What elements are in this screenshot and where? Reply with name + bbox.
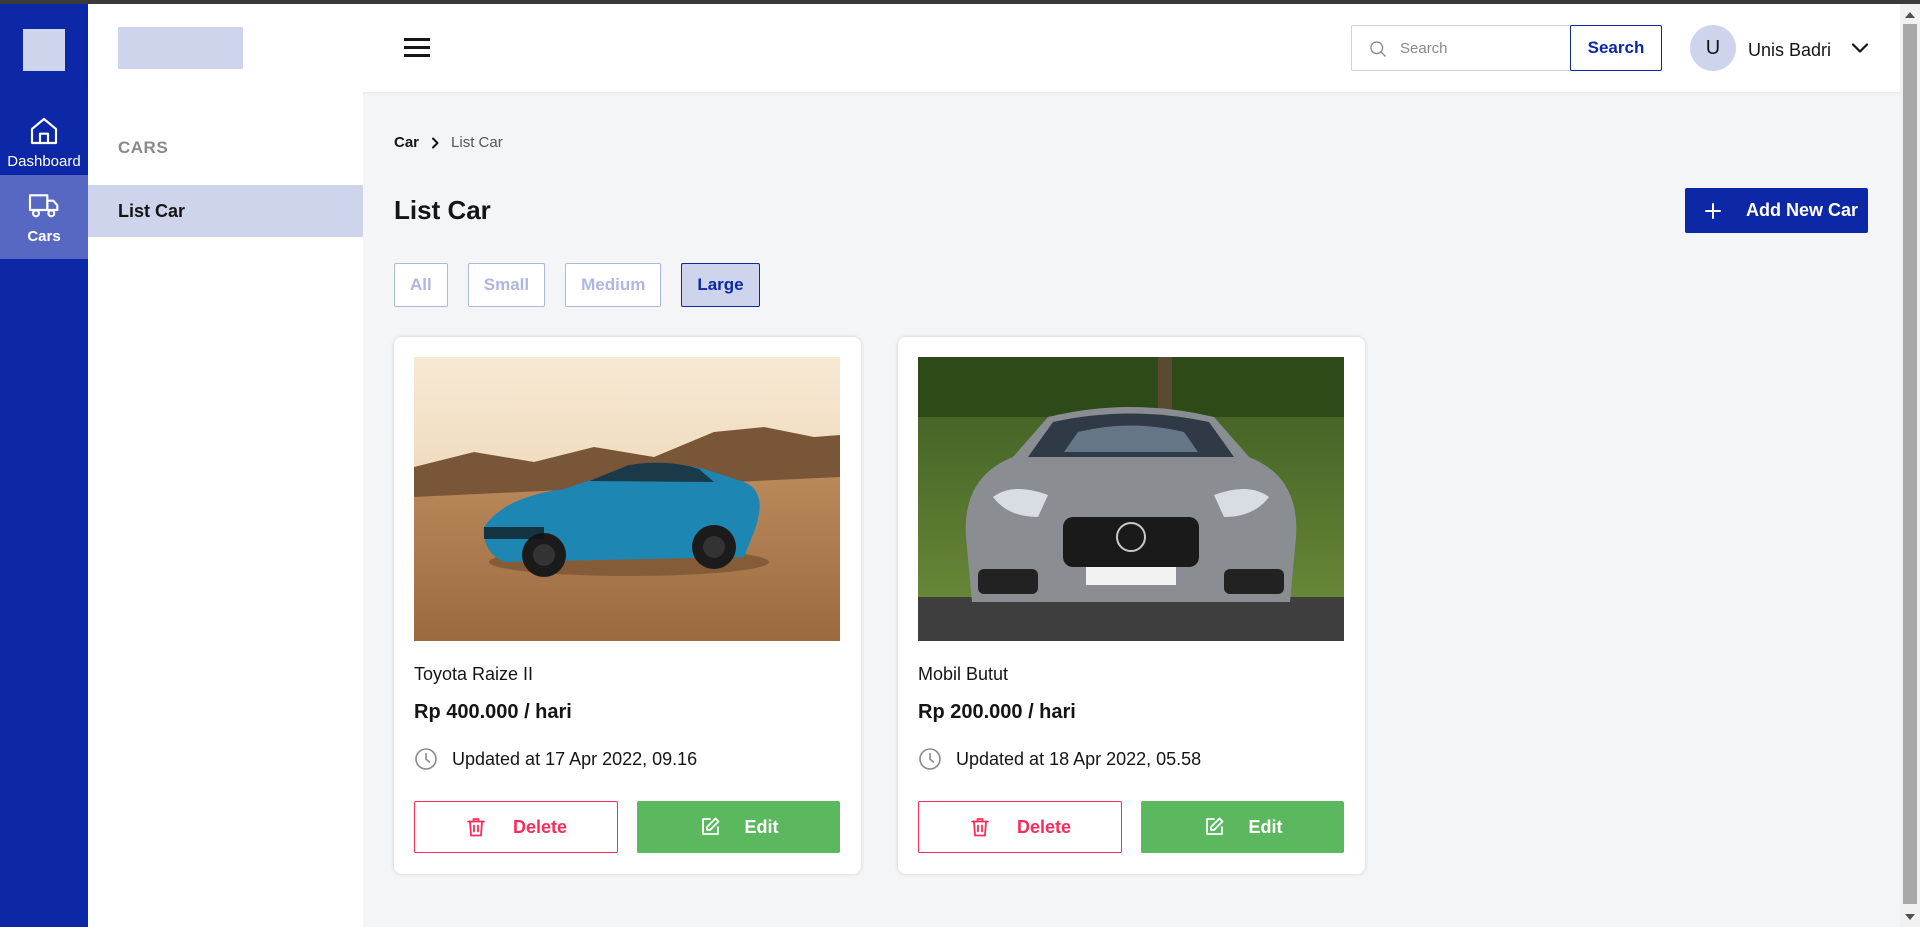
edit-car-button[interactable]: Edit (637, 801, 840, 853)
delete-label: Delete (1016, 816, 1072, 837)
search-icon (1370, 41, 1386, 57)
breadcrumb: Car List Car (394, 134, 503, 151)
rail-item-label: Dashboard (7, 152, 81, 170)
app-logo (23, 29, 65, 71)
primary-sidebar: Dashboard Cars (0, 4, 88, 927)
edit-icon (701, 817, 719, 835)
clock-icon (415, 748, 437, 770)
page-scrollbar[interactable] (1900, 4, 1920, 927)
chevron-right-icon (432, 137, 439, 148)
edit-label: Edit (1248, 816, 1283, 837)
rail-item-cars[interactable]: Cars (0, 175, 88, 259)
car-card: Mobil Butut Rp 200.000 / hari Updated at… (898, 337, 1365, 874)
car-name: Mobil Butut (918, 664, 1009, 684)
delete-car-button[interactable]: Delete (414, 801, 618, 853)
subnav-section-title: CARS (118, 138, 169, 157)
subnav-item-list-car[interactable]: List Car (88, 185, 363, 237)
rail-item-dashboard[interactable]: Dashboard (0, 100, 88, 184)
edit-label: Edit (744, 816, 779, 837)
breadcrumb-item-current: List Car (451, 134, 503, 151)
car-card: Toyota Raize II Rp 400.000 / hari Update… (394, 337, 861, 874)
add-new-car-label: Add New Car (1746, 200, 1859, 220)
edit-car-button[interactable]: Edit (1141, 801, 1344, 853)
scroll-down-arrow[interactable] (1905, 914, 1915, 920)
filter-small[interactable]: Small (467, 263, 546, 307)
filter-medium[interactable]: Medium (565, 263, 662, 307)
brand-logo (118, 27, 243, 69)
plus-icon (1705, 202, 1721, 219)
search-field[interactable] (1351, 25, 1573, 71)
menu-toggle-button[interactable] (404, 36, 432, 60)
edit-icon (1205, 817, 1223, 835)
car-name: Toyota Raize II (414, 664, 534, 684)
filter-all[interactable]: All (394, 263, 448, 307)
car-price: Rp 400.000 / hari (414, 701, 572, 723)
car-updated-text: Updated at 18 Apr 2022, 05.58 (956, 748, 1202, 769)
car-image (918, 357, 1344, 641)
car-image (414, 357, 840, 641)
truck-icon (28, 193, 59, 217)
car-price: Rp 200.000 / hari (918, 701, 1076, 723)
page-title: List Car (394, 195, 491, 225)
car-updated: Updated at 18 Apr 2022, 05.58 (918, 747, 1201, 771)
avatar[interactable]: U (1690, 25, 1736, 71)
secondary-sidebar: CARS List Car (88, 92, 363, 927)
clock-icon (919, 748, 941, 770)
breadcrumb-item-car[interactable]: Car (394, 134, 419, 151)
delete-label: Delete (512, 816, 568, 837)
trash-icon (467, 818, 485, 837)
scroll-up-arrow[interactable] (1905, 12, 1915, 18)
user-name[interactable]: Unis Badri (1748, 40, 1831, 61)
filter-large[interactable]: Large (681, 263, 760, 307)
car-updated: Updated at 17 Apr 2022, 09.16 (414, 747, 697, 771)
car-updated-text: Updated at 17 Apr 2022, 09.16 (452, 748, 698, 769)
delete-car-button[interactable]: Delete (918, 801, 1122, 853)
search-input[interactable] (1400, 26, 1560, 70)
search-button[interactable]: Search (1570, 25, 1662, 71)
top-header: Search U Unis Badri (88, 4, 1900, 92)
add-new-car-button[interactable]: Add New Car (1685, 188, 1868, 233)
trash-icon (971, 818, 989, 837)
scroll-thumb[interactable] (1903, 24, 1917, 904)
chevron-down-icon[interactable] (1850, 40, 1870, 56)
size-filter-group: All Small Medium Large (394, 263, 780, 307)
rail-item-label: Cars (27, 227, 61, 245)
home-icon (30, 117, 58, 144)
